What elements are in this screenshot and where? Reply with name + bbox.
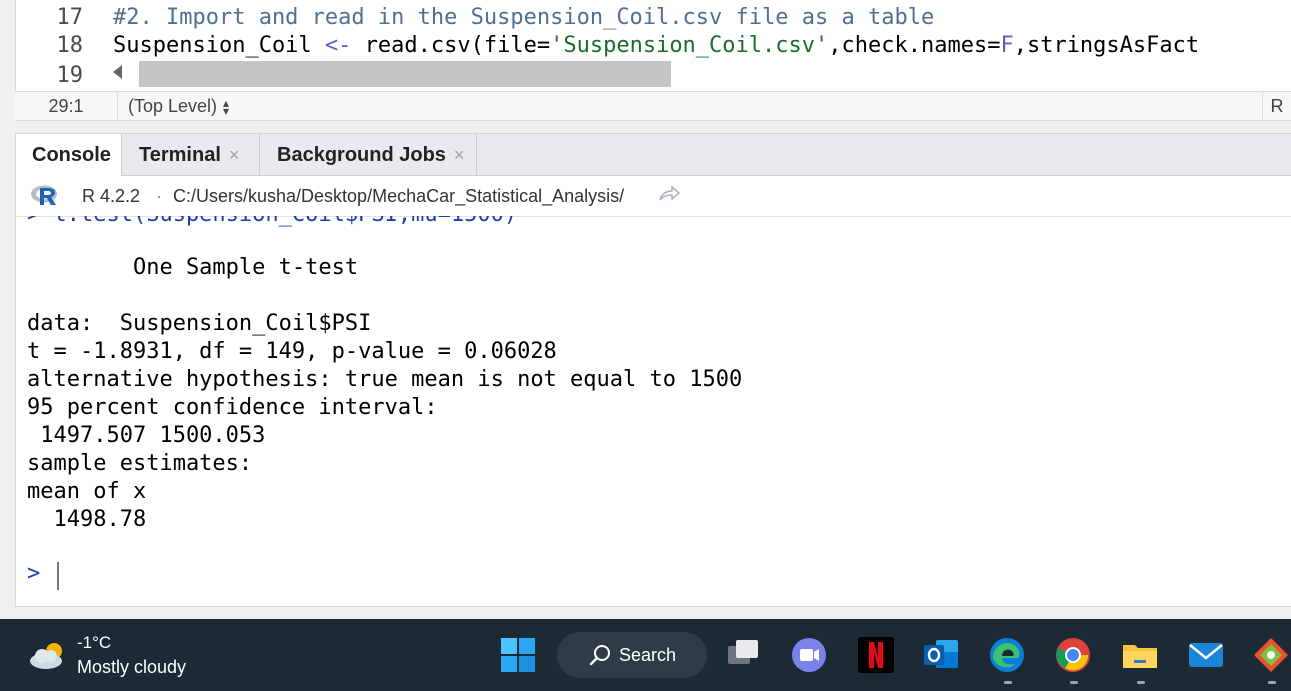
up-down-chevron-icon: ▴ ▾: [223, 96, 230, 119]
output-line: alternative hypothesis: true mean is not…: [27, 367, 743, 392]
text-cursor: [57, 562, 59, 590]
code-token: read.csv(file=: [351, 33, 551, 58]
working-directory: C:/Users/kusha/Desktop/MechaCar_Statisti…: [173, 186, 625, 206]
gitkraken-icon[interactable]: [1252, 636, 1290, 674]
scroll-left-arrow-icon[interactable]: [113, 65, 122, 79]
tab-terminal[interactable]: Terminal ×: [123, 134, 260, 175]
console-pane: Console Terminal × Background Jobs × R 4.2…: [15, 133, 1291, 607]
horizontal-scrollbar[interactable]: [113, 61, 673, 87]
code-token: ,stringsAsFact: [1013, 33, 1200, 58]
language-selector[interactable]: R: [1262, 92, 1291, 120]
console-output[interactable]: > t.test(Suspension_Coil$PSI,mu=1500) On…: [16, 216, 1291, 606]
cursor-position: 29:1: [15, 92, 118, 120]
tab-label: Terminal: [139, 144, 221, 166]
edge-browser-icon[interactable]: [988, 636, 1026, 674]
line-number: 18: [56, 33, 84, 58]
code-token: ,check.names=: [828, 33, 1001, 58]
output-line: mean of x: [27, 479, 147, 504]
output-line: One Sample t-test: [27, 255, 359, 280]
running-indicator: [1070, 681, 1078, 684]
code-token-keyword: F: [1000, 33, 1014, 58]
scope-label: (Top Level): [128, 96, 218, 116]
outlook-icon[interactable]: [922, 636, 960, 674]
r-logo-icon: [31, 185, 57, 205]
line-number: 19: [56, 63, 84, 88]
running-indicator: [1137, 681, 1145, 684]
partly-cloudy-icon: [30, 643, 62, 669]
windows-start-icon[interactable]: [499, 636, 537, 674]
separator-dot: ·: [156, 186, 162, 206]
close-icon[interactable]: ×: [454, 145, 465, 165]
line-number-gutter: 17 18 19: [16, 0, 94, 91]
code-token-operator: <-: [324, 33, 352, 58]
search-label: Search: [619, 645, 677, 665]
source-editor[interactable]: 17 18 19 #2. Import and read in the Susp…: [15, 0, 1291, 91]
output-line: data: Suspension_Coil$PSI: [27, 311, 372, 336]
tab-label: Background Jobs: [277, 144, 446, 166]
output-line: t = -1.8931, df = 149, p-value = 0.06028: [27, 339, 557, 364]
code-line-17[interactable]: #2. Import and read in the Suspension_Co…: [113, 5, 934, 30]
running-indicator: [1268, 681, 1276, 684]
weather-condition: Mostly cloudy: [77, 657, 187, 677]
running-indicator: [1004, 681, 1012, 684]
code-token-string: 'Suspension_Coil.csv': [550, 33, 829, 58]
code-token: Suspension_Coil: [113, 33, 325, 58]
search-icon: [589, 645, 610, 666]
netflix-icon[interactable]: [857, 636, 895, 674]
weather-widget[interactable]: -1°C Mostly cloudy: [28, 631, 228, 681]
console-tab-bar: Console Terminal × Background Jobs ×: [16, 134, 1291, 176]
scrollbar-thumb[interactable]: [139, 61, 671, 87]
close-icon[interactable]: ×: [229, 145, 240, 165]
output-line: 1497.507 1500.053: [27, 423, 266, 448]
output-line: sample estimates:: [27, 451, 253, 476]
task-view-icon[interactable]: [724, 636, 762, 674]
taskbar-search-button[interactable]: Search: [557, 632, 707, 678]
console-path-bar: R 4.2.2 · C:/Users/kusha/Desktop/MechaCa…: [16, 176, 1291, 217]
mail-icon[interactable]: [1187, 636, 1225, 674]
file-explorer-icon[interactable]: [1121, 636, 1159, 674]
previous-command: > t.test(Suspension_Coil$PSI,mu=1500): [27, 216, 517, 227]
code-line-18[interactable]: Suspension_Coil <- read.csv(file='Suspen…: [113, 33, 1199, 58]
tab-background-jobs[interactable]: Background Jobs ×: [261, 134, 477, 175]
tab-label: Console: [32, 144, 111, 166]
tab-console[interactable]: Console: [16, 134, 122, 176]
output-line: 95 percent confidence interval:: [27, 395, 438, 420]
go-to-directory-icon[interactable]: [658, 185, 680, 203]
line-number: 17: [56, 5, 84, 30]
output-line: 1498.78: [27, 507, 147, 532]
editor-status-bar: 29:1 (Top Level) ▴ ▾ R: [15, 91, 1291, 121]
windows-taskbar: -1°C Mostly cloudy Search: [0, 619, 1291, 691]
scope-selector[interactable]: (Top Level) ▴ ▾: [128, 92, 229, 120]
teams-chat-icon[interactable]: [790, 636, 828, 674]
r-version: R 4.2.2: [82, 186, 141, 206]
chrome-browser-icon[interactable]: [1054, 636, 1092, 674]
weather-temperature: -1°C: [77, 633, 112, 652]
console-prompt: >: [27, 561, 41, 586]
